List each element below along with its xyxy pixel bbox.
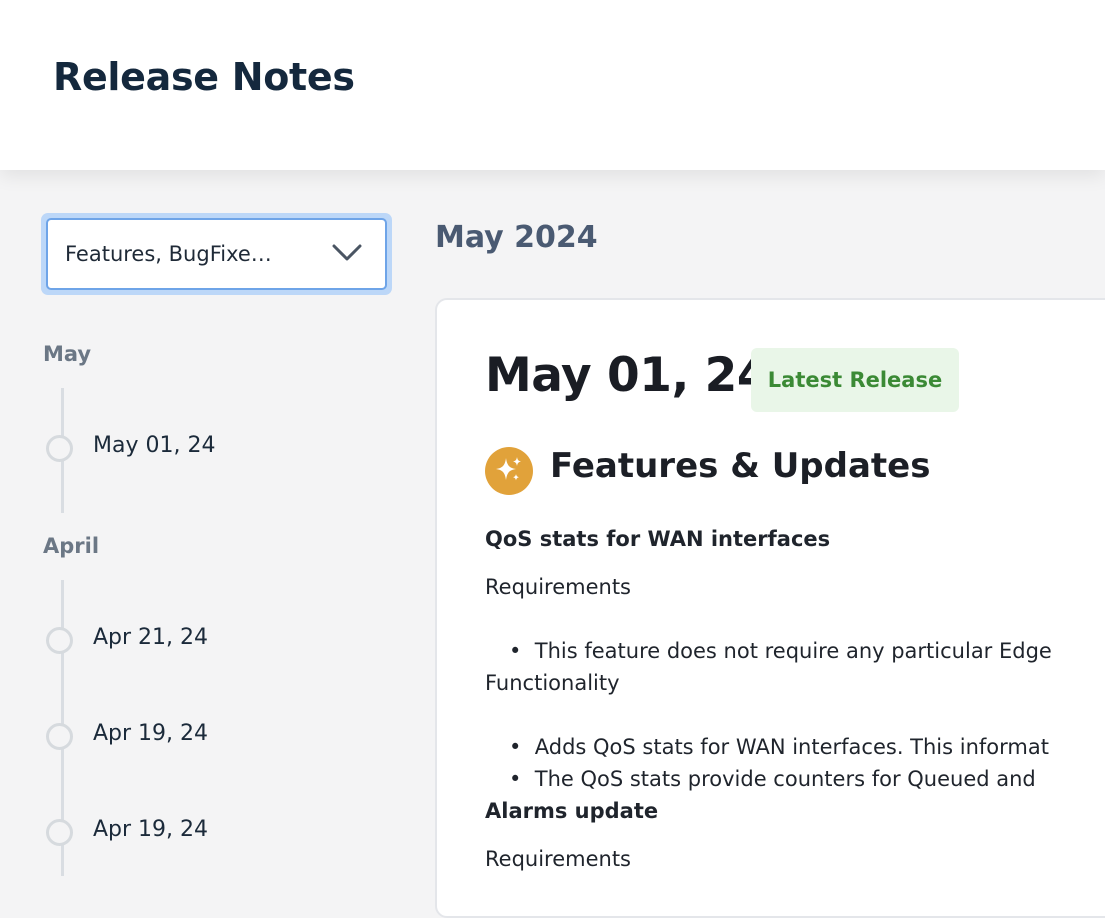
timeline-item-label: Apr 19, 24: [93, 817, 209, 842]
requirements-label: Requirements: [485, 847, 631, 871]
timeline-item-label: Apr 19, 24: [93, 721, 209, 746]
filter-dropdown[interactable]: Features, BugFixe…: [41, 213, 392, 295]
bullet-icon: •: [509, 735, 522, 759]
list-item-text: Adds QoS stats for WAN interfaces. This …: [534, 735, 1049, 759]
requirements-label: Requirements: [485, 575, 631, 599]
list-item: • The QoS stats provide counters for Que…: [509, 767, 1036, 791]
release-card: May 01, 24 Latest Release Features & Upd…: [435, 298, 1105, 918]
timeline-month-april: April: [43, 534, 100, 558]
month-heading: May 2024: [435, 220, 598, 255]
page-title: Release Notes: [53, 55, 355, 99]
timeline-item[interactable]: May 01, 24: [46, 433, 326, 469]
timeline-dot: [46, 435, 73, 462]
bullet-icon: •: [509, 767, 522, 791]
main-area: Features, BugFixe… May May 01, 24 April …: [0, 170, 1105, 918]
feature-heading: QoS stats for WAN interfaces: [485, 527, 831, 551]
timeline-item-label: May 01, 24: [93, 433, 216, 458]
latest-release-badge: Latest Release: [751, 348, 959, 412]
timeline-item-label: Apr 21, 24: [93, 625, 209, 650]
page-header: Release Notes: [0, 0, 1105, 170]
timeline-item[interactable]: Apr 19, 24: [46, 817, 326, 853]
sparkles-icon: [485, 447, 533, 495]
timeline-month-may: May: [43, 342, 92, 366]
list-item-text: This feature does not require any partic…: [534, 639, 1052, 663]
list-item-text: The QoS stats provide counters for Queue…: [534, 767, 1036, 791]
timeline-item[interactable]: Apr 19, 24: [46, 721, 326, 757]
timeline-item[interactable]: Apr 21, 24: [46, 625, 326, 661]
filter-selected-value: Features, BugFixe…: [65, 242, 272, 266]
filter-select[interactable]: Features, BugFixe…: [46, 218, 387, 290]
functionality-label: Functionality: [485, 671, 620, 695]
section-title: Features & Updates: [550, 446, 931, 486]
list-item: • Adds QoS stats for WAN interfaces. Thi…: [509, 735, 1049, 759]
bullet-icon: •: [509, 639, 522, 663]
timeline-dot: [46, 627, 73, 654]
timeline-dot: [46, 819, 73, 846]
release-date: May 01, 24: [485, 348, 770, 403]
list-item: • This feature does not require any part…: [509, 639, 1052, 663]
timeline-dot: [46, 723, 73, 750]
chevron-down-icon[interactable]: [331, 243, 363, 263]
feature-heading: Alarms update: [485, 799, 659, 823]
